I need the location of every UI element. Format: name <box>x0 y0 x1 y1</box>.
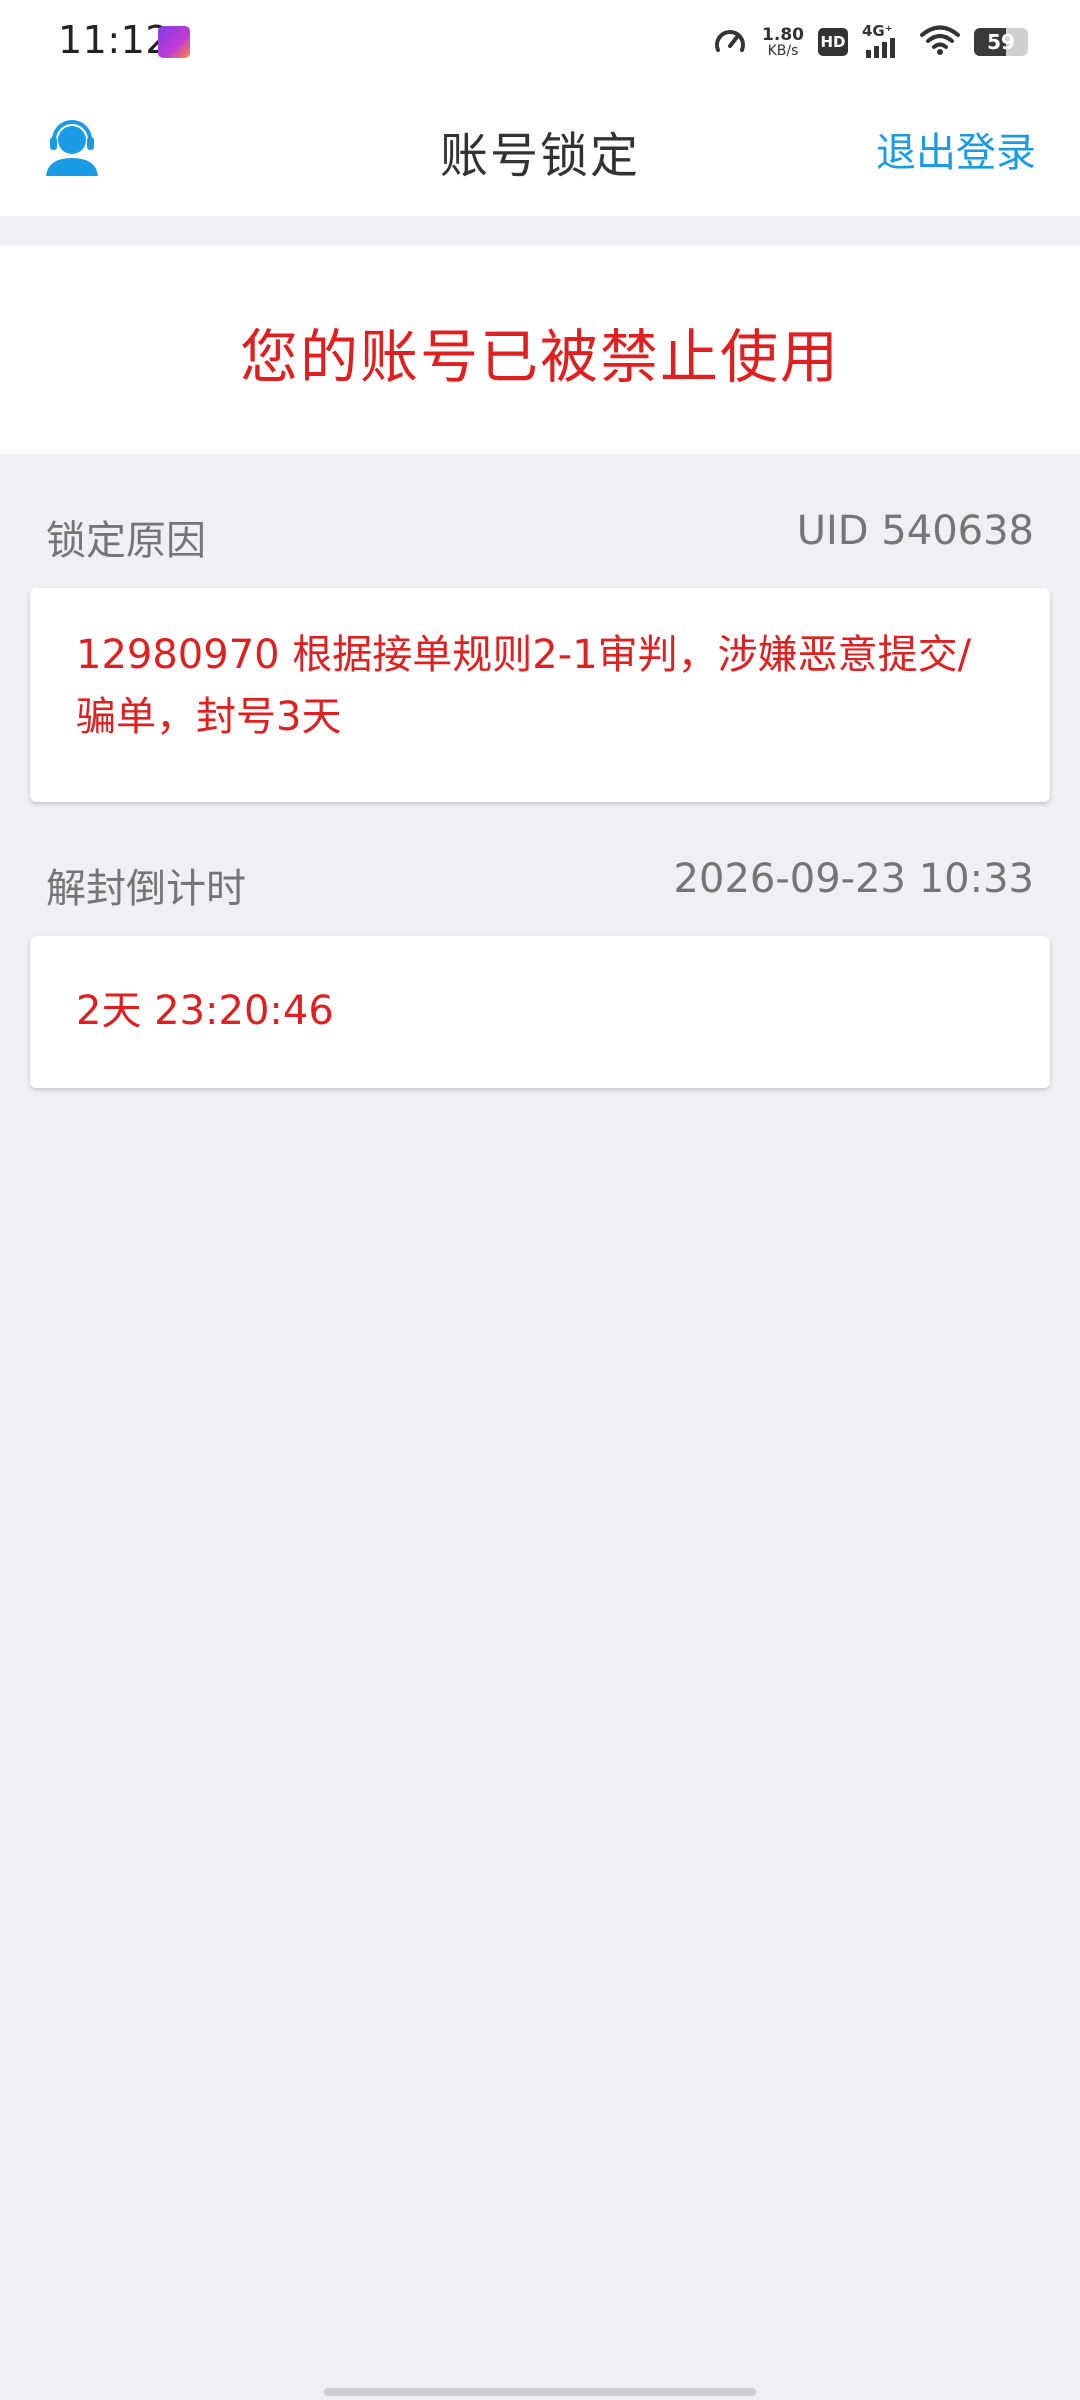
status-time: 11:12 <box>58 18 171 62</box>
network-speed: 1.80 KB/s <box>762 24 804 59</box>
countdown-remaining: 2天 23:20:46 <box>76 988 334 1034</box>
uid-text: UID 540638 <box>796 508 1034 554</box>
network-speed-unit: KB/s <box>767 42 799 59</box>
cellular-signal-icon: 4G⁺ <box>862 22 906 60</box>
status-bar: 11:12 1.80 KB/s HD 4G⁺ 59 <box>0 0 1080 82</box>
app-notification-icon <box>158 26 190 58</box>
wifi-icon <box>920 24 960 60</box>
ban-banner: 您的账号已被禁止使用 <box>0 246 1080 454</box>
lock-reason-header: 锁定原因 UID 540638 <box>46 508 1034 568</box>
ban-message: 您的账号已被禁止使用 <box>239 323 840 391</box>
battery-percent: 59 <box>987 30 1015 54</box>
speedometer-icon <box>712 24 748 60</box>
network-speed-value: 1.80 <box>762 24 804 45</box>
lock-reason-text: 12980970 根据接单规则2-1审判，涉嫌恶意提交/骗单，封号3天 <box>76 632 972 740</box>
navigation-bar: 账号锁定 退出登录 <box>0 82 1080 216</box>
lock-reason-label: 锁定原因 <box>46 518 206 564</box>
countdown-card: 2天 23:20:46 <box>30 936 1050 1088</box>
battery-icon: 59 <box>974 28 1028 56</box>
home-indicator[interactable] <box>324 2388 756 2396</box>
status-indicators: 1.80 KB/s HD 4G⁺ 59 <box>712 20 1028 64</box>
unlock-time: 2026-09-23 10:33 <box>673 856 1034 902</box>
countdown-label: 解封倒计时 <box>46 866 246 912</box>
hd-badge: HD <box>818 28 848 56</box>
lock-reason-card: 12980970 根据接单规则2-1审判，涉嫌恶意提交/骗单，封号3天 <box>30 588 1050 802</box>
countdown-header: 解封倒计时 2026-09-23 10:33 <box>46 856 1034 916</box>
logout-button[interactable]: 退出登录 <box>876 120 1036 178</box>
